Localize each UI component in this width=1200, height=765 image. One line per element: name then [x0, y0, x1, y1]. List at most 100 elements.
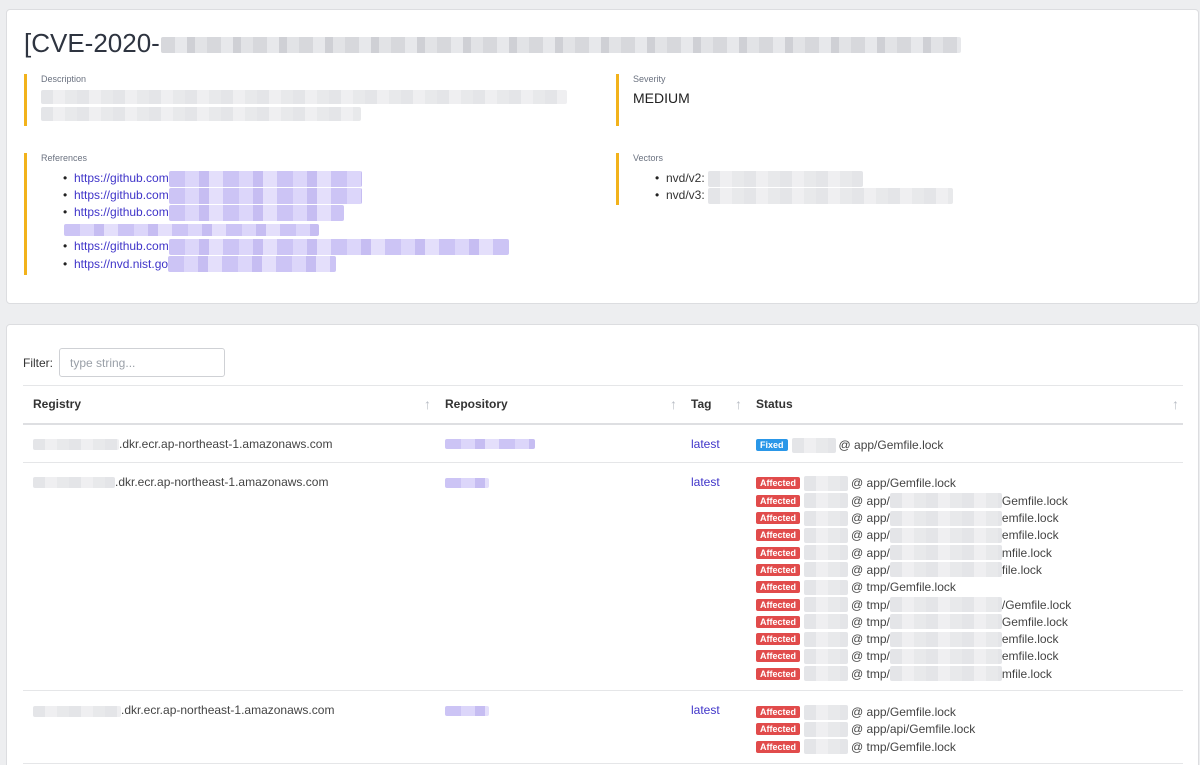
sort-arrow-icon[interactable]: ↑	[1172, 396, 1179, 412]
redacted-package	[791, 437, 836, 453]
filter-input[interactable]	[59, 348, 225, 377]
reference-item: https://nvd.nist.go	[63, 256, 584, 273]
reference-link[interactable]: https://nvd.nist.go	[74, 257, 168, 271]
references-field: References https://github.com https://gi…	[24, 153, 584, 275]
redacted-package	[804, 721, 849, 737]
redacted-package	[804, 704, 849, 720]
lockfile-path: @ app/api/Gemfile.lock	[851, 722, 976, 737]
redacted-account-id	[33, 477, 115, 489]
reference-link[interactable]: https://github.com	[74, 188, 169, 202]
status-entry: Affected @ app/api/Gemfile.lock	[756, 721, 1173, 738]
vectors-label: Vectors	[633, 153, 664, 163]
lockfile-path-tail: Gemfile.lock	[1001, 614, 1068, 629]
severity-value: MEDIUM	[633, 90, 690, 106]
redacted-package	[804, 579, 849, 595]
filter-label: Filter:	[23, 355, 53, 370]
affected-badge: Affected	[756, 740, 801, 753]
registry-host: .dkr.ecr.ap-northeast-1.amazonaws.com	[119, 436, 333, 451]
status-entry: Affected @ app/file.lock	[756, 561, 1173, 578]
affected-badge: Affected	[756, 512, 801, 525]
reference-item: https://github.com	[63, 238, 584, 256]
lockfile-path: @ tmp/	[851, 614, 890, 629]
redacted-path	[889, 666, 1002, 682]
registry-cell: .dkr.ecr.ap-northeast-1.amazonaws.com	[23, 462, 435, 692]
redacted-description	[41, 90, 584, 121]
lockfile-path-tail: mfile.lock	[1001, 666, 1052, 681]
lockfile-path: @ app/	[851, 511, 890, 526]
sort-arrow-icon[interactable]: ↑	[670, 396, 677, 412]
redacted-package	[804, 666, 849, 682]
registry-host: .dkr.ecr.ap-northeast-1.amazonaws.com	[121, 703, 335, 718]
lockfile-path: @ app/Gemfile.lock	[851, 705, 956, 719]
redacted-package	[804, 475, 849, 491]
description-label: Description	[41, 74, 87, 84]
redacted-package	[804, 597, 849, 613]
status-entry: Affected @ tmp/Gemfile.lock	[756, 579, 1173, 596]
repository-cell	[435, 462, 681, 692]
lockfile-path-tail: emfile.lock	[1001, 649, 1059, 664]
filter-bar: Filter:	[23, 348, 225, 377]
vector-item: nvd/v2:	[655, 170, 976, 187]
redacted-package	[804, 739, 849, 755]
column-header-tag[interactable]: Tag ↑	[681, 385, 746, 425]
severity-field: Severity MEDIUM	[616, 74, 916, 126]
affected-badge: Affected	[756, 650, 801, 663]
redacted-account-id	[33, 438, 119, 450]
status-entry: Fixed @ app/Gemfile.lock	[756, 437, 1173, 454]
lockfile-path: @ app/Gemfile.lock	[851, 476, 956, 491]
lockfile-path-tail: emfile.lock	[1001, 528, 1059, 543]
registry-host: .dkr.ecr.ap-northeast-1.amazonaws.com	[115, 474, 329, 489]
tag-link[interactable]: latest	[691, 437, 720, 451]
redacted-package	[804, 493, 849, 509]
affected-badge: Affected	[756, 706, 801, 718]
lockfile-path: @ app/	[851, 545, 890, 560]
redacted-repository[interactable]	[445, 439, 535, 450]
description-field: Description	[24, 74, 584, 126]
column-header-registry[interactable]: Registry ↑	[23, 385, 435, 425]
affected-badge: Affected	[756, 723, 801, 736]
tag-cell: latest	[681, 423, 746, 463]
reference-link[interactable]: https://github.com	[74, 239, 169, 253]
affected-badge: Affected	[756, 494, 801, 507]
status-entry: Affected @ tmp/ /Gemfile.lock	[756, 596, 1173, 613]
vector-label: nvd/v3:	[666, 188, 705, 203]
fixed-badge: Fixed	[756, 439, 788, 452]
redacted-path	[889, 648, 1002, 664]
status-entry: Affected @ app/Gemfile.lock	[756, 703, 1173, 720]
tag-link[interactable]: latest	[691, 475, 720, 489]
registry-cell: .dkr.ecr.ap-northeast-1.amazonaws.com	[23, 423, 435, 463]
redacted-repository[interactable]	[445, 706, 489, 717]
status-entry: Affected @ tmp/emfile.lock	[756, 630, 1173, 647]
redacted-repository[interactable]	[445, 477, 489, 488]
reference-link[interactable]: https://github.com	[74, 171, 169, 185]
affected-badge: Affected	[756, 563, 801, 576]
status-cell: Fixed @ app/Gemfile.lock	[746, 423, 1183, 463]
reference-link[interactable]: https://github.com	[74, 205, 169, 219]
vectors-list: nvd/v2: nvd/v3:	[655, 170, 976, 205]
lockfile-path: @ app/	[851, 562, 890, 577]
table-body: .dkr.ecr.ap-northeast-1.amazonaws.com lat…	[23, 423, 1183, 765]
sort-arrow-icon[interactable]: ↑	[424, 396, 431, 412]
redacted-package	[804, 562, 849, 578]
lockfile-path-tail: mfile.lock	[1001, 545, 1052, 560]
status-entry: Affected @ app/Gemfile.lock	[756, 475, 1173, 492]
lockfile-path: @ tmp/	[851, 649, 890, 664]
status-entry: Affected @ app/emfile.lock	[756, 509, 1173, 526]
column-header-status[interactable]: Status ↑	[746, 385, 1183, 425]
redacted-path	[889, 597, 1002, 613]
redacted-path	[889, 562, 1002, 578]
redacted-package	[804, 545, 849, 561]
redacted-account-id	[33, 705, 121, 717]
reference-item: https://github.com	[63, 187, 584, 205]
status-cell: Affected @ app/Gemfile.lock Affected @ app/…	[746, 690, 1183, 765]
tag-link[interactable]: latest	[691, 703, 720, 717]
status-entry: Affected @ tmp/emfile.lock	[756, 648, 1173, 665]
affected-badge: Affected	[756, 581, 801, 594]
sort-arrow-icon[interactable]: ↑	[735, 396, 742, 412]
lockfile-path: @ tmp/	[851, 632, 890, 647]
redacted-path	[889, 614, 1002, 630]
column-header-repository[interactable]: Repository ↑	[435, 385, 681, 425]
registry-cell: .dkr.ecr.ap-northeast-1.amazonaws.com	[23, 690, 435, 765]
images-table-card: Filter: Registry↑ Repository↑ Tag↑ Statu…	[6, 324, 1199, 765]
affected-badge: Affected	[756, 477, 801, 490]
